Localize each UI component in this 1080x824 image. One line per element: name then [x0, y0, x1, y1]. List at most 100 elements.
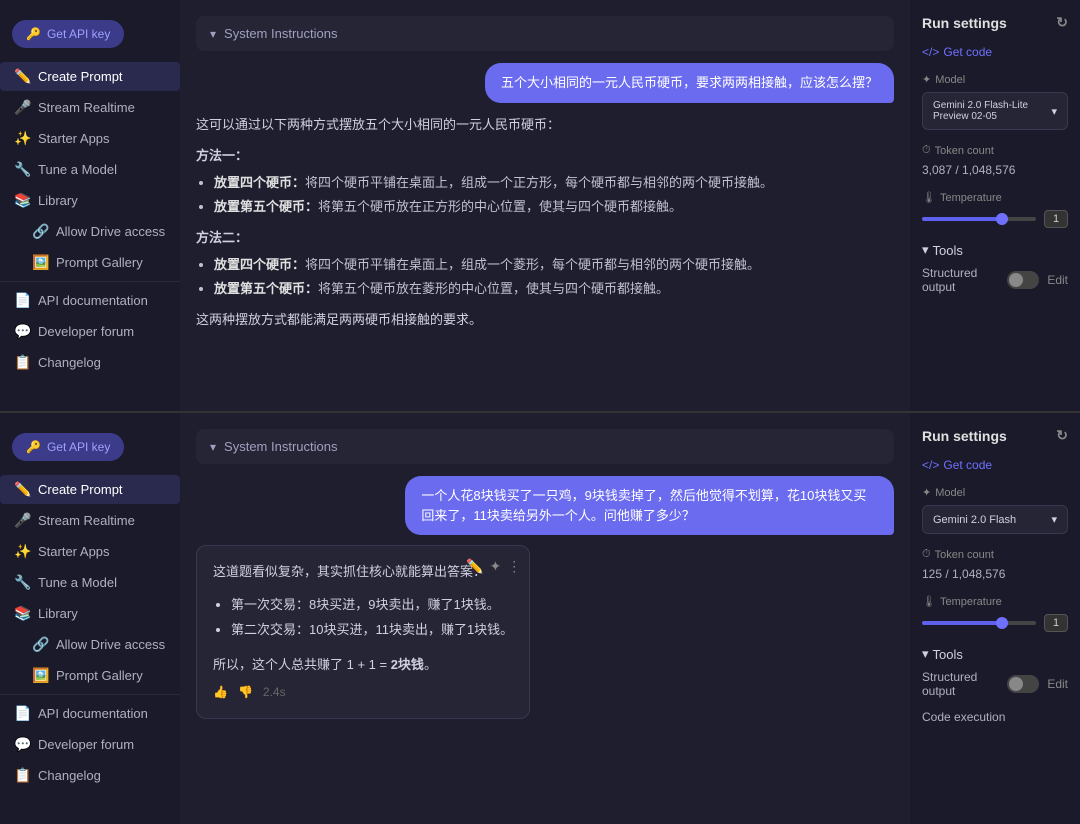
- token-section-2: ⏱ Token count 125 / 1,048,576: [922, 548, 1068, 581]
- starter-icon-1: ✨: [14, 130, 30, 147]
- run-settings-1: Run settings ↻ </> Get code ✦ Model Gemi…: [910, 0, 1080, 411]
- thumbs-up-icon[interactable]: 👍: [213, 682, 228, 704]
- model-select-2[interactable]: Gemini 2.0 Flash ▾: [922, 505, 1068, 534]
- drive-label-1: Allow Drive access: [56, 224, 165, 239]
- tools-section-2: ▾ Tools Structured output Edit Code exec…: [922, 646, 1068, 724]
- token-value-2: 125 / 1,048,576: [922, 567, 1068, 581]
- key-icon: 🔑: [26, 27, 41, 41]
- code-execution-row-2: Code execution: [922, 710, 1068, 724]
- tools-label-1: Tools: [933, 243, 963, 258]
- sidebar-item-dev-forum-2[interactable]: 💬 Developer forum: [0, 730, 180, 759]
- user-message-1: 五个大小相同的一元人民币硬币，要求两两相接触，应该怎么摆？: [485, 63, 894, 103]
- tools-header-2[interactable]: ▾ Tools: [922, 646, 1068, 662]
- refresh-icon-1[interactable]: ↻: [1056, 14, 1068, 31]
- token-label-1: ⏱ Token count: [922, 144, 1068, 157]
- changelog-label-2: Changelog: [38, 768, 101, 783]
- code-execution-label-2: Code execution: [922, 710, 1005, 724]
- stream-icon-2: 🎤: [14, 512, 30, 529]
- system-instructions-bar-2[interactable]: ▾ System Instructions: [196, 429, 894, 464]
- get-code-label-2: Get code: [943, 458, 992, 472]
- sidebar-item-starter-apps-1[interactable]: ✨ Starter Apps: [0, 124, 180, 153]
- api-docs-icon-2: 📄: [14, 705, 30, 722]
- run-settings-header-2: Run settings ↻: [922, 427, 1068, 444]
- api-key-button-1[interactable]: 🔑 Get API key: [12, 20, 124, 48]
- changelog-icon-1: 📋: [14, 354, 30, 371]
- structured-output-toggle-2[interactable]: [1007, 675, 1039, 693]
- stream-icon-1: 🎤: [14, 99, 30, 116]
- sidebar-item-prompt-gallery-1[interactable]: 🖼️ Prompt Gallery: [0, 248, 180, 277]
- slider-thumb-2[interactable]: [996, 617, 1008, 629]
- sidebar-item-create-prompt-1[interactable]: ✏️ Create Prompt: [0, 62, 180, 91]
- slider-track-1[interactable]: [922, 217, 1036, 221]
- temperature-slider-2[interactable]: 1: [922, 614, 1068, 632]
- message-actions-2: ✏️ ✦ ⋮: [466, 554, 521, 579]
- structured-output-edit-1[interactable]: Edit: [1047, 273, 1068, 287]
- changelog-label-1: Changelog: [38, 355, 101, 370]
- tools-section-1: ▾ Tools Structured output Edit: [922, 242, 1068, 294]
- sidebar-item-changelog-2[interactable]: 📋 Changelog: [0, 761, 180, 790]
- sidebar-item-library-2[interactable]: 📚 Library: [0, 599, 180, 628]
- structured-output-row-2: Structured output Edit: [922, 670, 1068, 698]
- method1-step1: 放置四个硬币：将四个硬币平铺在桌面上，组成一个正方形，每个硬币都与相邻的两个硬币…: [214, 171, 773, 194]
- message-meta-2: 👍 👎 2.4s: [213, 682, 513, 704]
- code-icon-2: </>: [922, 458, 939, 472]
- sidebar-item-tune-model-2[interactable]: 🔧 Tune a Model: [0, 568, 180, 597]
- sidebar-item-prompt-gallery-2[interactable]: 🖼️ Prompt Gallery: [0, 661, 180, 690]
- token-section-1: ⏱ Token count 3,087 / 1,048,576: [922, 144, 1068, 177]
- method1-step2: 放置第五个硬币：将第五个硬币放在正方形的中心位置，使其与四个硬币都接触。: [214, 195, 773, 218]
- model-section-1: ✦ Model Gemini 2.0 Flash-Lite Preview 02…: [922, 73, 1068, 130]
- sidebar-item-create-prompt-2[interactable]: ✏️ Create Prompt: [0, 475, 180, 504]
- model-select-1[interactable]: Gemini 2.0 Flash-Lite Preview 02-05 ▾: [922, 92, 1068, 130]
- sidebar-item-library-1[interactable]: 📚 Library: [0, 186, 180, 215]
- sidebar-1: 🔑 Get API key ✏️ Create Prompt 🎤 Stream …: [0, 0, 180, 411]
- get-code-link-2[interactable]: </> Get code: [922, 458, 1068, 472]
- temperature-slider-1[interactable]: 1: [922, 210, 1068, 228]
- sidebar-item-stream-realtime-1[interactable]: 🎤 Stream Realtime: [0, 93, 180, 122]
- library-label-2: Library: [38, 606, 78, 621]
- create-prompt-icon-2: ✏️: [14, 481, 30, 498]
- get-code-label-1: Get code: [943, 45, 992, 59]
- edit-msg-icon[interactable]: ✏️: [466, 554, 483, 579]
- temperature-section-1: 🌡 Temperature 1: [922, 191, 1068, 228]
- sidebar-item-stream-realtime-2[interactable]: 🎤 Stream Realtime: [0, 506, 180, 535]
- dropdown-icon-2: ▾: [1051, 513, 1057, 526]
- token-icon-1: ⏱: [922, 144, 931, 157]
- api-key-button-2[interactable]: 🔑 Get API key: [12, 433, 124, 461]
- forum-label-1: Developer forum: [38, 324, 134, 339]
- system-instructions-bar-1[interactable]: ▾ System Instructions: [196, 16, 894, 51]
- refresh-icon-2[interactable]: ↻: [1056, 427, 1068, 444]
- stream-label-1: Stream Realtime: [38, 100, 135, 115]
- api-docs-label-1: API documentation: [38, 293, 148, 308]
- get-code-link-1[interactable]: </> Get code: [922, 45, 1068, 59]
- sidebar-item-starter-apps-2[interactable]: ✨ Starter Apps: [0, 537, 180, 566]
- dropdown-icon-1: ▾: [1051, 105, 1057, 118]
- structured-output-toggle-1[interactable]: [1007, 271, 1039, 289]
- sidebar-item-drive-1[interactable]: 🔗 Allow Drive access: [0, 217, 180, 246]
- model-icon-2: ✦: [922, 486, 931, 499]
- run-settings-header-1: Run settings ↻: [922, 14, 1068, 31]
- temperature-label-2: 🌡 Temperature: [922, 595, 1068, 608]
- sidebar-item-api-docs-1[interactable]: 📄 API documentation: [0, 286, 180, 315]
- temperature-label-1: 🌡 Temperature: [922, 191, 1068, 204]
- sidebar-item-drive-2[interactable]: 🔗 Allow Drive access: [0, 630, 180, 659]
- sidebar-item-api-docs-2[interactable]: 📄 API documentation: [0, 699, 180, 728]
- slider-thumb-1[interactable]: [996, 213, 1008, 225]
- sidebar-item-tune-model-1[interactable]: 🔧 Tune a Model: [0, 155, 180, 184]
- sidebar-item-dev-forum-1[interactable]: 💬 Developer forum: [0, 317, 180, 346]
- tune-icon-1: 🔧: [14, 161, 30, 178]
- sidebar-item-changelog-1[interactable]: 📋 Changelog: [0, 348, 180, 377]
- star-msg-icon[interactable]: ✦: [489, 554, 501, 579]
- library-label-1: Library: [38, 193, 78, 208]
- slider-track-2[interactable]: [922, 621, 1036, 625]
- chevron-icon-1: ▾: [210, 27, 216, 41]
- gallery-icon-1: 🖼️: [32, 254, 48, 271]
- changelog-icon-2: 📋: [14, 767, 30, 784]
- more-msg-icon[interactable]: ⋮: [507, 554, 521, 579]
- token-icon-2: ⏱: [922, 548, 931, 561]
- run-settings-title-1: Run settings: [922, 15, 1007, 31]
- structured-output-edit-2[interactable]: Edit: [1047, 677, 1068, 691]
- structured-output-controls-1: Edit: [1007, 271, 1068, 289]
- thumbs-down-icon[interactable]: 👎: [238, 682, 253, 704]
- tools-header-1[interactable]: ▾ Tools: [922, 242, 1068, 258]
- drive-icon-2: 🔗: [32, 636, 48, 653]
